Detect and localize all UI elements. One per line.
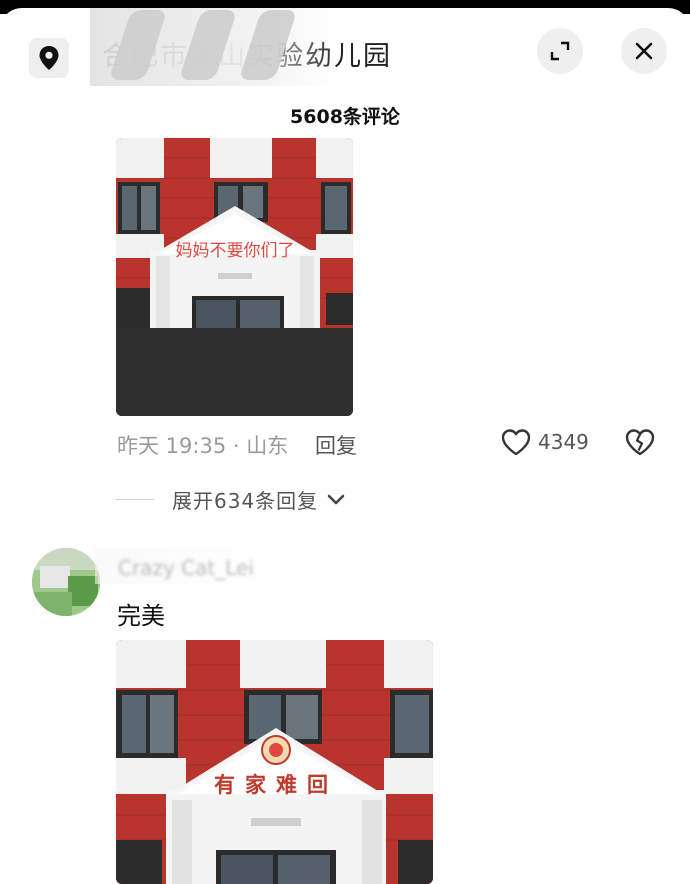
comment-time-location: 昨天 19:35 · 山东 [117, 434, 289, 458]
reply-button[interactable]: 回复 [315, 430, 357, 460]
sign-text: 有家难回 [214, 772, 338, 797]
kindergarten-building-photo: 妈妈不要你们了 [116, 138, 353, 416]
broken-heart-icon [625, 429, 655, 456]
comments-sheet: 合肥市某山实验幼儿园 5608条评论 [0, 8, 690, 884]
kindergarten-building-photo: 有家难回 [116, 640, 433, 884]
username[interactable]: Crazy Cat_Lei [118, 556, 254, 580]
like-button[interactable]: 4349 [500, 427, 589, 457]
chevron-down-icon [327, 494, 345, 504]
comment-text: 完美 [117, 602, 165, 630]
dislike-button[interactable] [624, 427, 656, 461]
expand-replies-button[interactable]: 展开634条回复 [116, 485, 346, 514]
like-count: 4349 [538, 430, 589, 454]
comment-image[interactable]: 有家难回 [116, 640, 433, 884]
expand-replies-label: 展开634条回复 [172, 489, 319, 513]
sign-text: 妈妈不要你们了 [176, 241, 295, 261]
comments-count: 5608条评论 [290, 106, 400, 128]
close-icon [635, 42, 653, 60]
comment-image[interactable]: 妈妈不要你们了 [116, 138, 353, 416]
close-button[interactable] [621, 28, 667, 74]
avatar-image [32, 548, 100, 616]
location-button[interactable] [29, 38, 69, 78]
fullscreen-button[interactable] [537, 28, 583, 74]
map-pin-icon [39, 46, 59, 70]
avatar[interactable] [32, 548, 100, 616]
fullscreen-icon [550, 41, 570, 61]
location-title-mosaic [90, 8, 340, 86]
heart-icon [501, 429, 531, 456]
divider-line [116, 499, 154, 500]
